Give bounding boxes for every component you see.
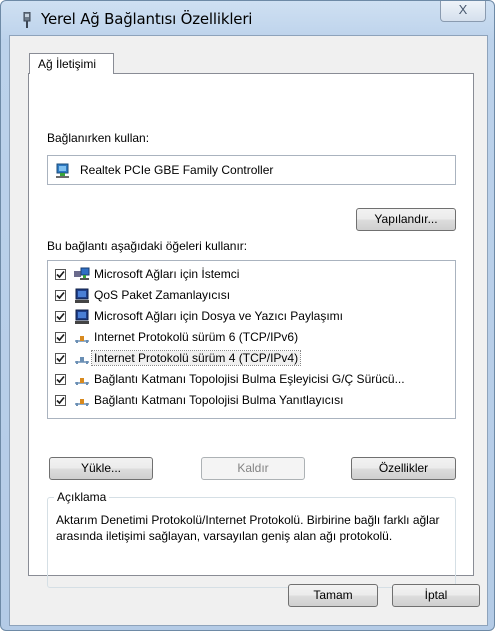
item-label: Internet Protokolü sürüm 4 (TCP/IPv4) xyxy=(90,350,302,366)
properties-button[interactable]: Özellikler xyxy=(351,457,456,480)
checkbox[interactable] xyxy=(55,269,66,280)
close-icon: X xyxy=(458,2,468,17)
list-item[interactable]: Bağlantı Katmanı Topolojisi Bulma Yanıtl… xyxy=(48,391,455,412)
network-client-icon xyxy=(74,267,90,283)
title-bar[interactable]: Yerel Ağ Bağlantısı Özellikleri X xyxy=(1,1,494,35)
dialog-client-area: Ağ İletişimi Bağlanırken kullan: Realtek… xyxy=(9,35,488,626)
adapter-box: Realtek PCIe GBE Family Controller xyxy=(47,155,456,185)
install-button[interactable]: Yükle... xyxy=(49,457,153,480)
service-icon xyxy=(74,288,90,304)
tab-panel: Bağlanırken kullan: Realtek PCIe GBE Fam… xyxy=(28,73,474,588)
window-title: Yerel Ağ Bağlantısı Özellikleri xyxy=(41,10,253,28)
item-label: Bağlantı Katmanı Topolojisi Bulma Eşleyi… xyxy=(94,372,405,386)
list-item[interactable]: Internet Protokolü sürüm 6 (TCP/IPv6) xyxy=(48,328,455,349)
list-item[interactable]: Microsoft Ağları için İstemci xyxy=(48,265,455,286)
description-group: Açıklama Aktarım Denetimi Protokolü/Inte… xyxy=(47,490,456,588)
uninstall-button[interactable]: Kaldır xyxy=(201,457,305,480)
checkbox[interactable] xyxy=(55,311,66,322)
item-label: Internet Protokolü sürüm 6 (TCP/IPv6) xyxy=(94,330,299,344)
items-label: Bu bağlantı aşağıdaki öğeleri kullanır: xyxy=(47,239,248,253)
protocol-icon xyxy=(74,372,90,388)
service-icon xyxy=(74,309,90,325)
protocol-icon xyxy=(74,330,90,346)
close-button[interactable]: X xyxy=(440,1,486,22)
item-label: Microsoft Ağları için İstemci xyxy=(94,267,240,281)
checkbox[interactable] xyxy=(55,332,66,343)
list-item[interactable]: Bağlantı Katmanı Topolojisi Bulma Eşleyi… xyxy=(48,370,455,391)
connect-using-label: Bağlanırken kullan: xyxy=(47,131,150,145)
adapter-name: Realtek PCIe GBE Family Controller xyxy=(80,163,274,177)
protocol-icon xyxy=(74,393,90,409)
cancel-button[interactable]: İptal xyxy=(392,584,480,607)
network-adapter-icon xyxy=(55,163,71,179)
configure-button[interactable]: Yapılandır... xyxy=(356,208,456,231)
description-text: Aktarım Denetimi Protokolü/Internet Prot… xyxy=(56,513,440,543)
network-connection-icon xyxy=(21,11,33,28)
list-item[interactable]: QoS Paket Zamanlayıcısı xyxy=(48,286,455,307)
properties-window: Yerel Ağ Bağlantısı Özellikleri X Ağ İle… xyxy=(0,0,495,631)
item-label: Microsoft Ağları için Dosya ve Yazıcı Pa… xyxy=(94,309,343,323)
checkbox[interactable] xyxy=(55,290,66,301)
checkbox[interactable] xyxy=(55,374,66,385)
checkbox[interactable] xyxy=(55,395,66,406)
tab-networking[interactable]: Ağ İletişimi xyxy=(29,53,114,74)
checkbox[interactable] xyxy=(55,353,66,364)
description-title: Açıklama xyxy=(54,490,110,504)
components-list[interactable]: Microsoft Ağları için İstemci QoS Paket … xyxy=(47,260,456,419)
item-label: Bağlantı Katmanı Topolojisi Bulma Yanıtl… xyxy=(94,393,344,407)
item-label: QoS Paket Zamanlayıcısı xyxy=(94,288,231,302)
list-item[interactable]: Microsoft Ağları için Dosya ve Yazıcı Pa… xyxy=(48,307,455,328)
list-item[interactable]: Internet Protokolü sürüm 4 (TCP/IPv4) xyxy=(48,349,455,370)
protocol-icon xyxy=(74,351,90,367)
ok-button[interactable]: Tamam xyxy=(288,584,378,607)
